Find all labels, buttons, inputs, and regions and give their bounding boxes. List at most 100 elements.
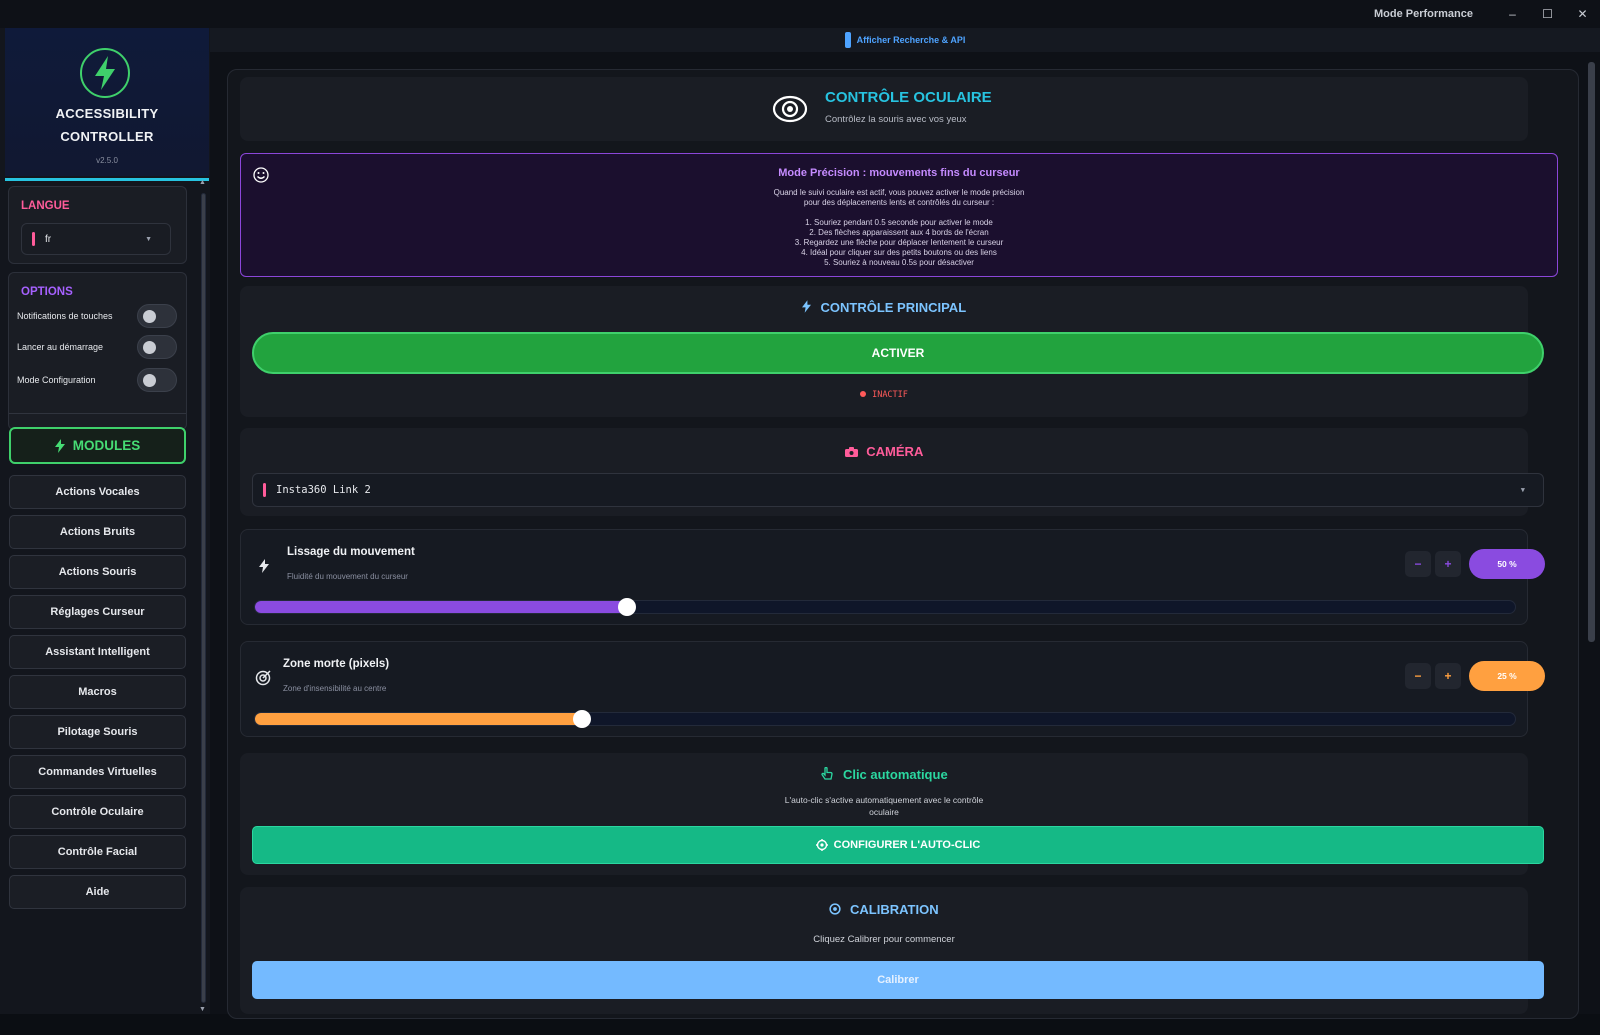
smoothing-slider[interactable] bbox=[254, 598, 1516, 616]
deadzone-thumb[interactable] bbox=[573, 710, 591, 728]
page-subtitle: Contrôlez la souris avec vos yeux bbox=[825, 114, 967, 125]
toggle-knob bbox=[143, 374, 156, 387]
precision-step-2: 2. Des flèches apparaissent aux 4 bords … bbox=[809, 228, 989, 237]
scrollbar-thumb[interactable] bbox=[201, 193, 206, 1003]
app-title-line2: CONTROLLER bbox=[60, 129, 154, 144]
autoclick-title: Clic automatique bbox=[240, 766, 1528, 782]
chevron-down-icon: ▼ bbox=[145, 235, 152, 243]
chevron-down-icon: ▼ bbox=[1520, 486, 1525, 494]
search-api-toggle[interactable]: Afficher Recherche & API bbox=[210, 28, 1600, 52]
minimize-button[interactable]: – bbox=[1495, 7, 1530, 21]
precision-step-3: 3. Regardez une flèche pour déplacer len… bbox=[794, 238, 1004, 247]
nav-actions-bruits[interactable]: Actions Bruits bbox=[9, 515, 186, 549]
option-key-notifications: Notifications de touches bbox=[17, 304, 177, 328]
maximize-button[interactable]: ☐ bbox=[1530, 7, 1565, 21]
lightning-bolt-icon bbox=[259, 558, 269, 579]
smoothing-fill bbox=[255, 601, 626, 613]
option-launch-startup: Lancer au démarrage bbox=[17, 335, 177, 359]
brand-header: ACCESSIBILITY CONTROLLER v2.5.0 bbox=[5, 28, 209, 176]
lightning-bolt-icon bbox=[80, 48, 130, 98]
modules-button[interactable]: MODULES bbox=[9, 427, 186, 464]
launch-startup-toggle[interactable] bbox=[137, 335, 177, 359]
toggle-marker bbox=[844, 32, 851, 48]
page-title: CONTRÔLE OCULAIRE bbox=[825, 89, 992, 106]
deadzone-card: Zone morte (pixels) Zone d'insensibilité… bbox=[240, 641, 1545, 737]
nav-pilotage-souris[interactable]: Pilotage Souris bbox=[9, 715, 186, 749]
configure-autoclick-button[interactable]: CONFIGURER L'AUTO-CLIC bbox=[252, 826, 1544, 864]
autoclick-desc-2: oculaire bbox=[869, 807, 899, 817]
calibrate-button[interactable]: Calibrer bbox=[252, 961, 1544, 999]
nav-controle-facial[interactable]: Contrôle Facial bbox=[9, 835, 186, 869]
precision-step-5: 5. Souriez à nouveau 0.5s pour désactive… bbox=[824, 258, 974, 267]
smoothing-increase-button[interactable]: + bbox=[1435, 551, 1461, 577]
calibration-title: CALIBRATION bbox=[240, 902, 1528, 917]
title-bar: Mode Performance – ☐ ✕ bbox=[0, 0, 1600, 28]
deadzone-title: Zone morte (pixels) bbox=[283, 658, 390, 670]
nav-actions-vocales[interactable]: Actions Vocales bbox=[9, 475, 186, 509]
autoclick-desc-1: L'auto-clic s'active automatiquement ave… bbox=[784, 795, 984, 805]
mode-label: Mode Performance bbox=[1373, 8, 1473, 20]
camera-select[interactable]: Insta360 Link 2 ▼ bbox=[252, 473, 1544, 507]
deadzone-decrease-button[interactable]: − bbox=[1405, 663, 1431, 689]
deadzone-fill bbox=[255, 713, 581, 725]
target-icon bbox=[255, 670, 271, 691]
option-label: Lancer au démarrage bbox=[17, 342, 104, 352]
deadzone-increase-button[interactable]: + bbox=[1435, 663, 1461, 689]
sidebar: ACCESSIBILITY CONTROLLER v2.5.0 LANGUE f… bbox=[0, 28, 210, 1014]
language-value: fr bbox=[45, 233, 52, 245]
camera-icon bbox=[844, 447, 858, 457]
search-api-label: Afficher Recherche & API bbox=[856, 35, 966, 45]
nav-aide[interactable]: Aide bbox=[9, 875, 186, 909]
status-indicator: INACTIF bbox=[240, 390, 1528, 400]
smoothing-subtitle: Fluidité du mouvement du curseur bbox=[287, 572, 408, 581]
main-control-title-text: CONTRÔLE PRINCIPAL bbox=[820, 300, 967, 315]
status-dot bbox=[860, 391, 867, 397]
language-card: LANGUE fr ▼ bbox=[8, 186, 187, 264]
precision-step-1: 1. Souriez pendant 0.5 seconde pour acti… bbox=[805, 218, 993, 227]
calibration-title-text: CALIBRATION bbox=[850, 902, 939, 917]
sidebar-divider bbox=[9, 413, 186, 414]
smoothing-value: 50 % bbox=[1469, 549, 1545, 579]
configure-autoclick-label: CONFIGURER L'AUTO-CLIC bbox=[833, 839, 981, 851]
app-version: v2.5.0 bbox=[96, 156, 118, 165]
close-button[interactable]: ✕ bbox=[1565, 7, 1600, 21]
main-control-title: CONTRÔLE PRINCIPAL bbox=[240, 300, 1528, 315]
deadzone-subtitle: Zone d'insensibilité au centre bbox=[283, 684, 387, 693]
nav-controle-oculaire[interactable]: Contrôle Oculaire bbox=[9, 795, 186, 829]
option-config-mode: Mode Configuration bbox=[17, 368, 177, 392]
nav-commandes-virtuelles[interactable]: Commandes Virtuelles bbox=[9, 755, 186, 789]
scroll-up-icon[interactable]: ▲ bbox=[199, 179, 206, 186]
key-notifications-toggle[interactable] bbox=[137, 304, 177, 328]
app-title-line1: ACCESSIBILITY bbox=[55, 106, 159, 121]
smoothing-decrease-button[interactable]: − bbox=[1405, 551, 1431, 577]
precision-intro-1: Quand le suivi oculaire est actif, vous … bbox=[773, 188, 1025, 197]
nav-actions-souris[interactable]: Actions Souris bbox=[9, 555, 186, 589]
options-title: OPTIONS bbox=[21, 286, 73, 298]
pointer-hand-icon bbox=[821, 766, 833, 780]
deadzone-slider[interactable] bbox=[254, 710, 1516, 728]
select-marker bbox=[263, 483, 266, 497]
main-scrollbar-thumb[interactable] bbox=[1588, 62, 1595, 642]
activate-button[interactable]: ACTIVER bbox=[252, 332, 1544, 374]
toggle-knob bbox=[143, 310, 156, 323]
header-card: CONTRÔLE OCULAIRE Contrôlez la souris av… bbox=[240, 77, 1528, 141]
precision-intro-2: pour des déplacements lents et contrôlés… bbox=[803, 198, 995, 207]
select-marker bbox=[32, 232, 35, 246]
scroll-down-icon[interactable]: ▼ bbox=[199, 1006, 206, 1013]
precision-title: Mode Précision : mouvements fins du curs… bbox=[778, 167, 1020, 179]
smoothing-thumb[interactable] bbox=[618, 598, 636, 616]
modules-label: MODULES bbox=[72, 438, 141, 453]
nav-reglages-curseur[interactable]: Réglages Curseur bbox=[9, 595, 186, 629]
smoothing-card: Lissage du mouvement Fluidité du mouveme… bbox=[240, 529, 1545, 625]
option-label: Mode Configuration bbox=[17, 375, 96, 385]
camera-title-text: CAMÉRA bbox=[866, 444, 924, 459]
smoothing-title: Lissage du mouvement bbox=[287, 546, 415, 558]
config-mode-toggle[interactable] bbox=[137, 368, 177, 392]
sidebar-scrollbar[interactable]: ▲ ▼ bbox=[199, 179, 207, 1035]
language-select[interactable]: fr ▼ bbox=[21, 223, 171, 255]
nav-assistant-intelligent[interactable]: Assistant Intelligent bbox=[9, 635, 186, 669]
language-title: LANGUE bbox=[21, 200, 70, 212]
nav-macros[interactable]: Macros bbox=[9, 675, 186, 709]
brand-divider bbox=[5, 178, 209, 181]
autoclick-title-text: Clic automatique bbox=[842, 767, 948, 782]
